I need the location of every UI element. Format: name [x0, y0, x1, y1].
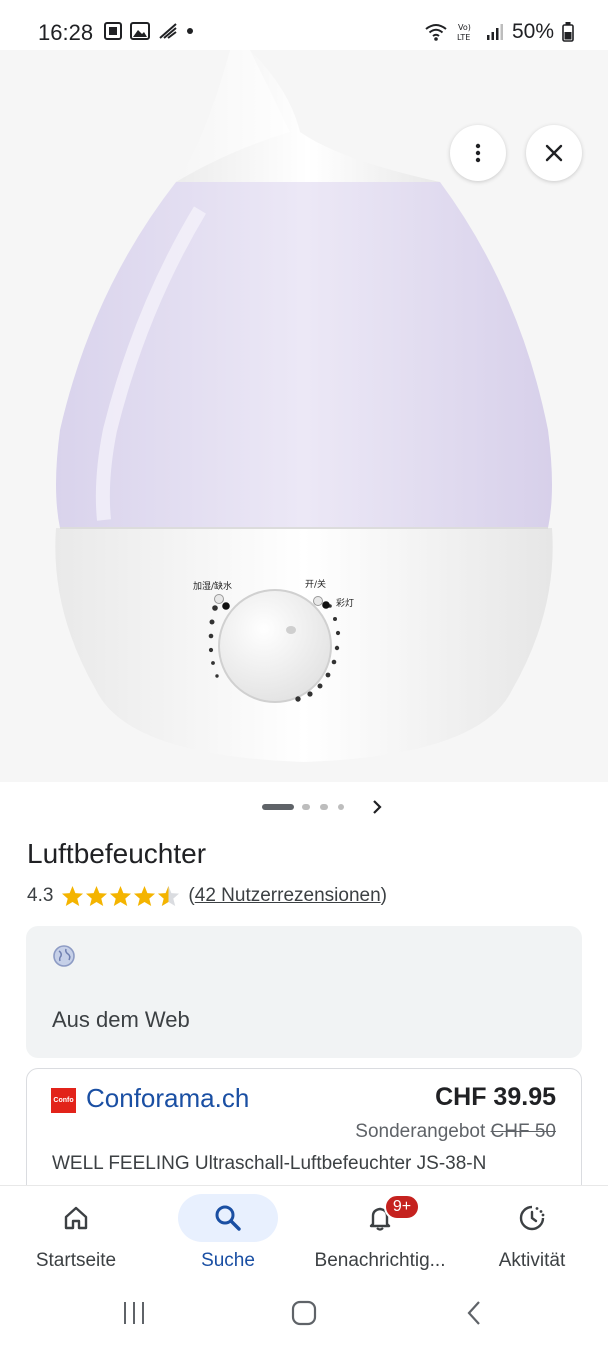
dial-label-mist: 加湿/缺水: [193, 580, 232, 592]
star-icon: [62, 885, 84, 907]
back-icon[interactable]: [464, 1299, 486, 1327]
pager-dot[interactable]: [320, 804, 328, 810]
nav-item-search[interactable]: Suche: [152, 1186, 304, 1284]
chevron-right-icon[interactable]: [370, 798, 384, 816]
home-button-icon[interactable]: [290, 1299, 318, 1327]
battery-percent: 50%: [511, 20, 554, 43]
nav-label-home: Startseite: [35, 1250, 117, 1271]
offer-price: CHF 39.95: [435, 1083, 556, 1111]
web-source-card[interactable]: Aus dem Web: [26, 926, 582, 1058]
more-options-button[interactable]: [450, 125, 506, 181]
reviews-link[interactable]: (42 Nutzerrezensionen): [188, 885, 387, 907]
close-icon: [545, 144, 563, 162]
more-vert-icon: [475, 143, 481, 163]
humidifier-product-image: 加湿/缺水 开/关 彩灯: [0, 50, 608, 782]
paren-close: ): [380, 885, 387, 906]
nav-label-activity: Aktivität: [498, 1250, 566, 1271]
nav-icon-wrap: 9+: [330, 1194, 430, 1242]
home-icon: [64, 1206, 88, 1230]
pager-dot[interactable]: [338, 804, 344, 810]
nav-icon-wrap-active: [178, 1194, 278, 1242]
deal-row: Sonderangebot CHF 50: [355, 1121, 556, 1143]
web-source-label: Aus dem Web: [52, 1007, 190, 1032]
recents-icon[interactable]: [120, 1299, 148, 1327]
close-button[interactable]: [526, 125, 582, 181]
signal-notification-icon: [159, 23, 177, 39]
deal-label: Sonderangebot: [355, 1121, 486, 1142]
nav-item-activity[interactable]: Aktivität: [456, 1186, 608, 1284]
globe-icon: [53, 945, 75, 967]
search-icon: [215, 1205, 241, 1231]
nav-label-search: Suche: [201, 1250, 255, 1271]
offer-card[interactable]: Confo Conforama.ch CHF 39.95 Sonderangeb…: [26, 1068, 582, 1198]
product-image-carousel[interactable]: 加湿/缺水 开/关 彩灯: [0, 50, 608, 782]
volte-icon: Vo)LTE: [457, 23, 471, 42]
nav-icon-wrap: [26, 1194, 126, 1242]
carousel-pager: [0, 797, 608, 817]
nav-item-home[interactable]: Startseite: [0, 1186, 152, 1284]
wifi-icon: [425, 24, 447, 41]
nav-icon-wrap: [482, 1194, 582, 1242]
old-price: CHF 50: [490, 1121, 556, 1142]
nav-item-notifications[interactable]: 9+ Benachrichtig...: [304, 1186, 456, 1284]
star-icon: [86, 885, 108, 907]
rating-stars: [61, 885, 180, 907]
dial-label-power: 开/关: [305, 578, 326, 590]
rating-row: 4.3 (42 Nutzerrezensionen): [27, 885, 387, 907]
notification-badge: 9+: [384, 1194, 420, 1220]
battery-icon: [562, 22, 574, 42]
reviews-link-text[interactable]: 42 Nutzerrezensionen: [195, 885, 381, 906]
rating-value: 4.3: [27, 885, 54, 906]
dial-label-light: 彩灯: [336, 598, 354, 609]
dot-notification-icon: [187, 28, 193, 34]
star-icon: [110, 885, 132, 907]
gallery-notification-icon: [130, 22, 150, 40]
pager-dot[interactable]: [302, 804, 310, 810]
cell-signal-icon: [486, 24, 503, 40]
status-time: 16:28: [38, 20, 94, 45]
offer-description: WELL FEELING Ultraschall-Luftbefeuchter …: [52, 1153, 487, 1174]
star-icon: [134, 885, 156, 907]
system-navigation-bar: [0, 1283, 608, 1350]
activity-icon: [519, 1205, 545, 1231]
nav-label-notifications: Benachrichtig...: [314, 1250, 446, 1271]
product-title: Luftbefeuchter: [27, 838, 207, 869]
status-right: Vo) LTE 50%: [424, 20, 574, 44]
svg-text:LTE: LTE: [457, 33, 470, 42]
half-star-icon: [158, 885, 180, 907]
status-notification-icons: [104, 22, 194, 40]
store-logo: Confo: [51, 1088, 76, 1113]
bottom-navigation: Startseite Suche 9+ Benachrichtig... Akt…: [0, 1185, 608, 1283]
svg-text:Vo): Vo): [458, 23, 471, 32]
sim-notification-icon: [104, 22, 122, 40]
pager-dot-active[interactable]: [262, 804, 294, 810]
store-name[interactable]: Conforama.ch: [86, 1083, 249, 1114]
